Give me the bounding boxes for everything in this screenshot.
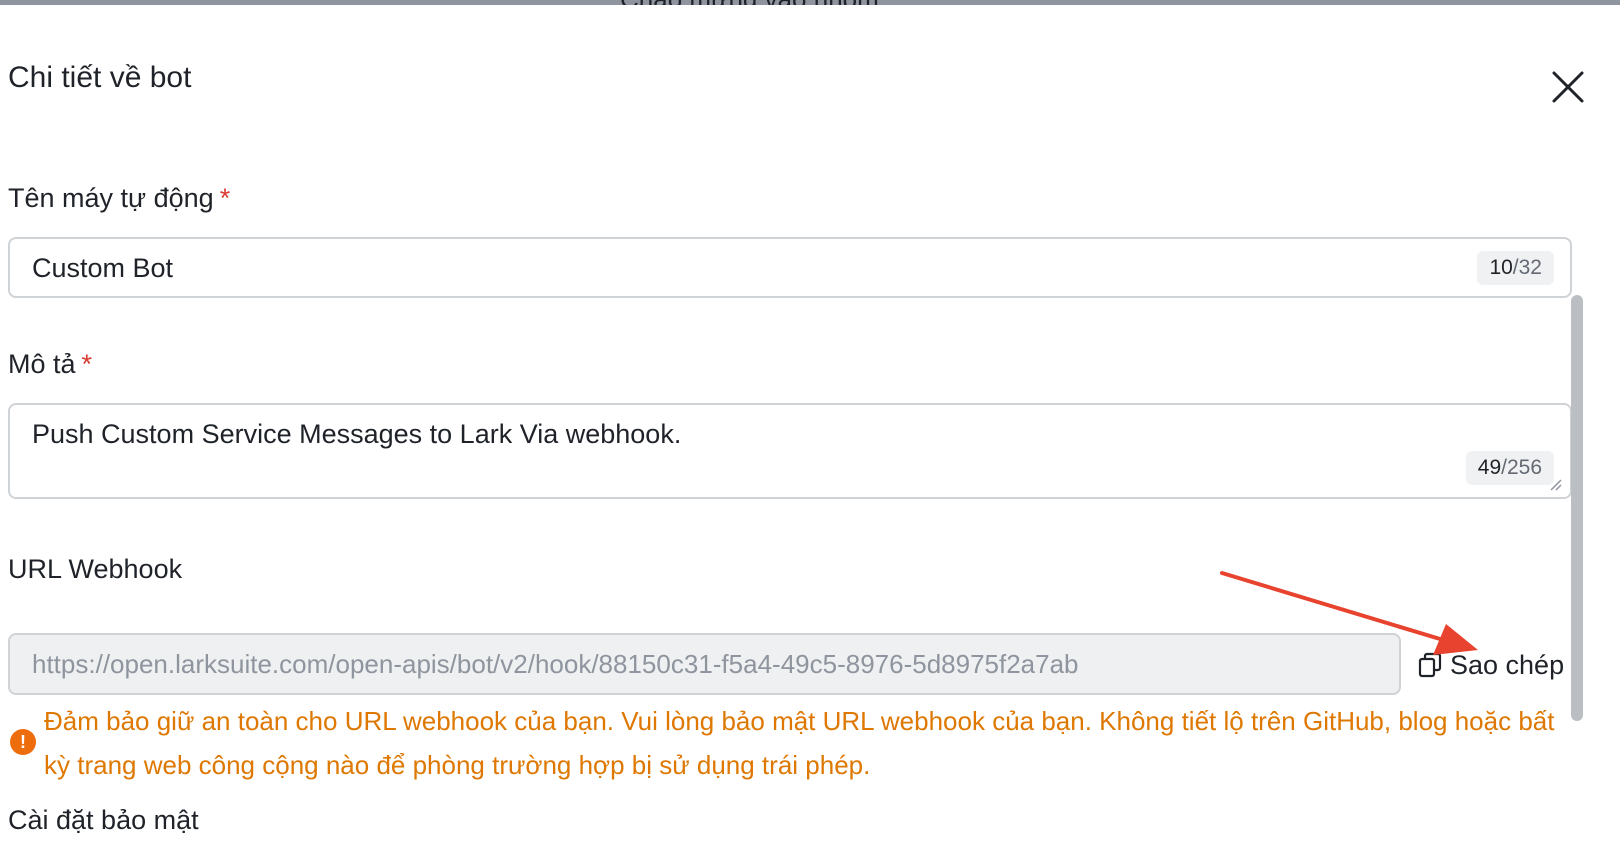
bot-name-value: Custom Bot	[32, 253, 174, 283]
webhook-warning-text: Đảm bảo giữ an toàn cho URL webhook của …	[44, 706, 1555, 780]
webhook-label: URL Webhook	[8, 554, 183, 584]
webhook-url-value: https://open.larksuite.com/open-apis/bot…	[32, 649, 1079, 679]
bot-name-count: 10	[1489, 256, 1513, 279]
dialog-title: Chi tiết về bot	[8, 61, 192, 94]
warning-icon: !	[10, 729, 36, 755]
copy-icon	[1418, 652, 1442, 678]
description-textarea[interactable]: Push Custom Service Messages to Lark Via…	[8, 403, 1572, 499]
bot-name-char-counter: 10/32	[1477, 251, 1554, 285]
description-char-counter: 49/256	[1465, 451, 1554, 485]
description-value: Push Custom Service Messages to Lark Via…	[32, 419, 682, 449]
description-max: /256	[1501, 456, 1542, 479]
copy-button-label: Sao chép	[1450, 649, 1565, 680]
security-settings-label: Cài đặt bảo mật	[8, 805, 199, 835]
required-mark: *	[219, 183, 231, 213]
description-count: 49	[1477, 456, 1502, 479]
bot-name-label-text: Tên máy tự động	[8, 183, 214, 213]
bot-details-dialog: Chi tiết về bot Tên máy tự động * Custom …	[0, 5, 1620, 862]
bot-name-max: /32	[1512, 256, 1542, 279]
bot-name-input[interactable]: Custom Bot 10/32	[8, 237, 1572, 298]
required-mark: *	[81, 349, 93, 379]
description-label-text: Mô tả	[8, 349, 76, 379]
bot-name-label: Tên máy tự động *	[8, 183, 230, 214]
copy-button[interactable]: Sao chép	[1418, 645, 1564, 685]
close-icon	[1552, 71, 1584, 103]
resize-handle-icon[interactable]	[1548, 477, 1562, 491]
scrollbar[interactable]	[1571, 295, 1583, 721]
webhook-url-field: https://open.larksuite.com/open-apis/bot…	[8, 633, 1401, 695]
close-button[interactable]	[1548, 67, 1588, 107]
description-label: Mô tả *	[8, 349, 92, 380]
